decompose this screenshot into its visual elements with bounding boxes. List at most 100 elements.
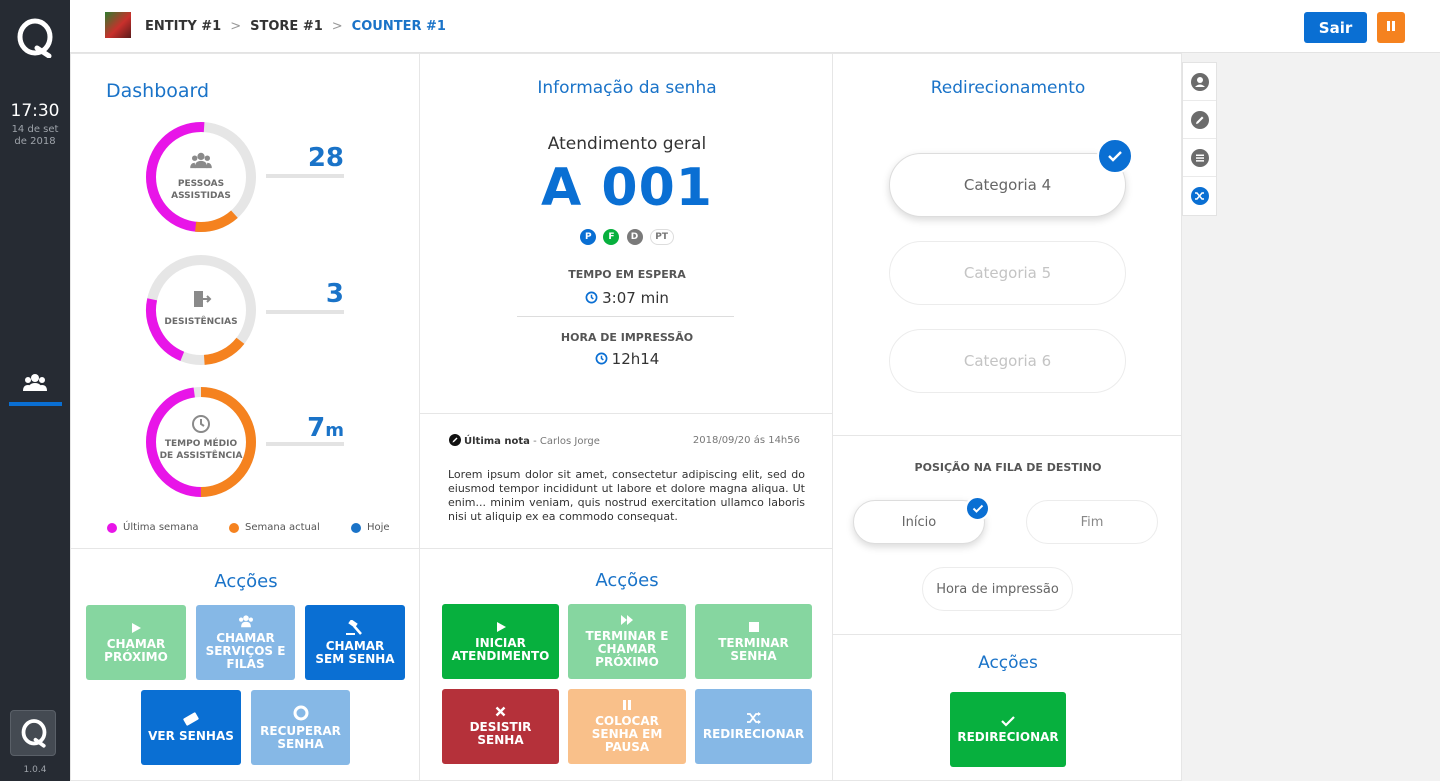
people-icon [190, 152, 212, 169]
queue-position-title: POSIÇÃO NA FILA DE DESTINO [914, 461, 1102, 474]
queue-position-panel: POSIÇÃO NA FILA DE DESTINO Início Fim Ho… [832, 435, 1182, 635]
category-option[interactable]: Categoria 6 [889, 329, 1126, 393]
people-icon [23, 374, 47, 391]
side-tab-edit[interactable] [1183, 101, 1216, 139]
pause-ticket-button[interactable]: COLOCAR SENHA EM PAUSA [568, 689, 686, 764]
fast-forward-icon [621, 615, 633, 625]
entity-avatar [105, 12, 131, 38]
call-services-queues-button[interactable]: CHAMAR SERVIÇOS E FILAS [196, 605, 295, 680]
tag-pt: PT [649, 229, 674, 245]
actions-left-panel: Acções CHAMAR PRÓXIMO CHAMAR SERVIÇOS E … [70, 548, 420, 781]
position-end-option[interactable]: Fim [1026, 500, 1158, 544]
clock-time: 17:30 [10, 101, 60, 121]
print-time-label: HORA DE IMPRESSÃO [560, 331, 694, 344]
wait-time-label: TEMPO EM ESPERA [568, 268, 686, 281]
clock-icon [585, 291, 598, 304]
left-rail: 17:30 14 de set de 2018 1.0.4 [0, 0, 70, 781]
breadcrumb-counter[interactable]: COUNTER #1 [352, 19, 446, 34]
side-tabs [1182, 62, 1217, 216]
ticket-icon [183, 712, 199, 726]
check-icon [1097, 138, 1133, 174]
view-tickets-button[interactable]: VER SENHAS [141, 690, 241, 765]
gavel-icon [346, 619, 362, 635]
check-icon [1001, 716, 1015, 727]
stop-icon [748, 621, 759, 632]
wait-time-value: 3:07 min [420, 289, 834, 307]
category-option[interactable]: Categoria 4 [889, 153, 1126, 217]
finish-call-next-button[interactable]: TERMINAR E CHAMAR PRÓXIMO [568, 604, 686, 679]
ticket-number: A 001 [541, 158, 713, 218]
ticket-category: Atendimento geral [547, 134, 707, 154]
tag-p: P [580, 229, 597, 245]
call-next-button[interactable]: CHAMAR PRÓXIMO [86, 605, 186, 680]
redirect-ticket-button[interactable]: REDIRECIONAR [695, 689, 812, 764]
tag-d: D [626, 229, 643, 245]
actions-title: Acções [214, 571, 278, 592]
app-version: 1.0.4 [23, 765, 47, 775]
note-header: Última nota - Carlos Jorge [449, 434, 600, 447]
actions-mid-panel: Acções INICIAR ATENDIMENTO TERMINAR E CH… [419, 548, 833, 781]
pause-icon [623, 700, 631, 710]
breadcrumb-entity[interactable]: ENTITY #1 [145, 19, 221, 34]
redirection-panel: Redirecionamento Categoria 4 Categoria 5… [832, 53, 1182, 436]
tag-f: F [603, 229, 620, 245]
top-bar: ENTITY #1 > STORE #1 > COUNTER #1 Sair [70, 0, 1440, 53]
stat-average-time: 7m [307, 413, 344, 443]
print-time-value: 12h14 [420, 350, 834, 368]
recover-ticket-button[interactable]: RECUPERAR SENHA [251, 690, 350, 765]
ticket-info-title: Informação da senha [537, 78, 717, 98]
category-option[interactable]: Categoria 5 [889, 241, 1126, 305]
position-print-time-option[interactable]: Hora de impressão [922, 567, 1073, 611]
list-icon [1190, 148, 1209, 167]
redirect-actions-panel: Acções REDIRECIONAR [832, 634, 1182, 781]
breadcrumb-store[interactable]: STORE #1 [250, 19, 323, 34]
side-tab-redirect[interactable] [1183, 177, 1216, 215]
clock-icon [192, 415, 210, 433]
donut-people-assisted: PESSOAS ASSISTIDAS [145, 121, 257, 233]
shuffle-icon [1190, 187, 1209, 205]
close-icon [495, 706, 506, 717]
breadcrumb-separator: > [331, 19, 343, 34]
ticket-info-panel: Informação da senha Atendimento geral A … [419, 53, 833, 414]
exit-button[interactable]: Sair [1304, 12, 1367, 43]
app-logo-button[interactable] [10, 710, 56, 756]
nav-people-button[interactable] [9, 366, 62, 406]
app-logo-icon[interactable] [15, 18, 55, 58]
dashboard-title: Dashboard [106, 80, 210, 102]
user-icon [1190, 72, 1209, 91]
pause-button[interactable] [1377, 12, 1405, 43]
pencil-icon [1190, 110, 1209, 129]
legend-dot [229, 522, 239, 533]
stat-underline [266, 174, 344, 178]
legend-dot [351, 522, 361, 533]
breadcrumb: ENTITY #1 > STORE #1 > COUNTER #1 [145, 19, 446, 34]
note-text: Lorem ipsum dolor sit amet, consectetur … [448, 468, 805, 523]
finish-ticket-button[interactable]: TERMINAR SENHA [695, 604, 812, 679]
people-icon [238, 615, 253, 628]
actions-title: Acções [595, 570, 659, 591]
check-icon [965, 496, 990, 521]
stat-underline [266, 310, 344, 314]
shuffle-icon [746, 712, 761, 724]
app-logo-icon [21, 719, 47, 748]
stat-people-assisted: 28 [307, 143, 344, 173]
ticket-tags: P F D PT [420, 224, 834, 245]
redirect-button[interactable]: REDIRECIONAR [950, 692, 1066, 767]
pause-icon [1387, 21, 1395, 31]
give-up-ticket-button[interactable]: DESISTIR SENHA [442, 689, 559, 764]
stat-dropouts: 3 [325, 279, 344, 309]
breadcrumb-separator: > [230, 19, 242, 34]
redirection-title: Redirecionamento [930, 78, 1086, 98]
play-icon [496, 621, 506, 632]
nav-active-indicator [9, 402, 62, 406]
donut-average-time: TEMPO MÉDIO DE ASSISTÊNCIA [145, 386, 257, 498]
exit-door-icon [194, 291, 212, 307]
side-tab-list[interactable] [1183, 139, 1216, 177]
side-tab-user[interactable] [1183, 63, 1216, 101]
legend-this-week: Semana actual [229, 522, 320, 533]
divider [517, 316, 734, 317]
legend-today: Hoje [351, 522, 390, 533]
actions-title: Acções [978, 653, 1038, 673]
start-attendance-button[interactable]: INICIAR ATENDIMENTO [442, 604, 559, 679]
call-without-ticket-button[interactable]: CHAMAR SEM SENHA [305, 605, 405, 680]
